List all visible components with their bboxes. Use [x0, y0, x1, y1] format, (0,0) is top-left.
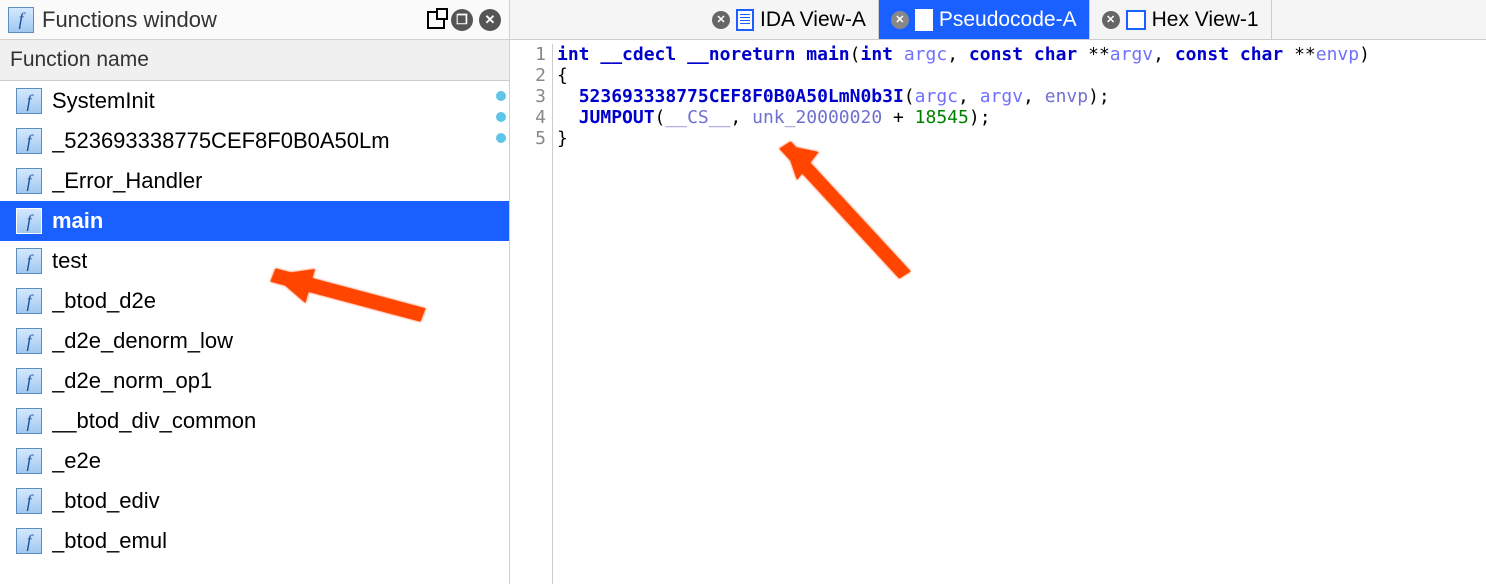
line-number[interactable]: 2 — [510, 65, 546, 86]
function-name: _d2e_norm_op1 — [52, 368, 212, 394]
function-row[interactable]: f __btod_div_common — [0, 401, 509, 441]
function-row[interactable]: f _Error_Handler — [0, 161, 509, 201]
line-number[interactable]: 3 — [510, 86, 546, 107]
panel-title: Functions window — [42, 7, 419, 33]
function-name: main — [52, 208, 103, 234]
doc-icon — [915, 9, 933, 31]
tab-label: IDA View-A — [760, 8, 866, 32]
function-list: fSystemInitf_523693338775CEF8F0B0A50Lmf_… — [0, 81, 509, 584]
tab[interactable]: ✕ IDA View-A — [700, 0, 879, 39]
gutter: 12345 — [510, 44, 552, 584]
function-row[interactable]: f _btod_d2e — [0, 281, 509, 321]
function-icon: f — [16, 328, 42, 354]
line-number[interactable]: 1 — [510, 44, 546, 65]
tab[interactable]: ✕ Hex View-1 — [1090, 0, 1272, 39]
function-row[interactable]: f _523693338775CEF8F0B0A50Lm — [0, 121, 509, 161]
function-row[interactable]: f SystemInit — [0, 81, 509, 121]
tab-bar: ✕ IDA View-A ✕ Pseudocode-A ✕ Hex View-1 — [510, 0, 1486, 40]
close-button[interactable]: ✕ — [479, 9, 501, 31]
code-panel: ✕ IDA View-A ✕ Pseudocode-A ✕ Hex View-1 1234… — [510, 0, 1486, 584]
detach-icon[interactable] — [427, 11, 445, 29]
function-name: _btod_emul — [52, 528, 167, 554]
function-name: _Error_Handler — [52, 168, 202, 194]
close-icon[interactable]: ✕ — [1102, 11, 1120, 29]
code-area[interactable]: 12345 int __cdecl __noreturn main(int ar… — [510, 40, 1486, 584]
function-icon: f — [16, 168, 42, 194]
close-icon[interactable]: ✕ — [891, 11, 909, 29]
function-icon: f — [16, 208, 42, 234]
close-icon[interactable]: ✕ — [712, 11, 730, 29]
function-row[interactable]: fmain — [0, 201, 509, 241]
function-icon: f — [16, 88, 42, 114]
function-icon: f — [16, 368, 42, 394]
function-name: _d2e_denorm_low — [52, 328, 233, 354]
function-icon: f — [16, 288, 42, 314]
breakpoint-dot[interactable] — [496, 112, 506, 122]
function-row[interactable]: ftest — [0, 241, 509, 281]
function-name: __btod_div_common — [52, 408, 256, 434]
function-row[interactable]: f _btod_ediv — [0, 481, 509, 521]
function-icon: f — [16, 488, 42, 514]
function-icon: f — [16, 528, 42, 554]
tab-label: Pseudocode-A — [939, 8, 1077, 32]
function-name: _e2e — [52, 448, 101, 474]
function-icon: f — [16, 408, 42, 434]
function-name: _523693338775CEF8F0B0A50Lm — [52, 128, 390, 154]
function-row[interactable]: f _e2e — [0, 441, 509, 481]
code-lines[interactable]: int __cdecl __noreturn main(int argc, co… — [552, 44, 1486, 584]
function-name: _btod_ediv — [52, 488, 160, 514]
column-header[interactable]: Function name — [0, 40, 509, 81]
tab-label: Hex View-1 — [1152, 8, 1259, 32]
function-name: _btod_d2e — [52, 288, 156, 314]
function-icon: f — [8, 7, 34, 33]
line-number[interactable]: 4 — [510, 107, 546, 128]
function-row[interactable]: f _d2e_denorm_low — [0, 321, 509, 361]
tab[interactable]: ✕ Pseudocode-A — [879, 0, 1090, 39]
function-icon: f — [16, 448, 42, 474]
title-controls: ❐ ✕ — [427, 9, 501, 31]
function-icon: f — [16, 128, 42, 154]
function-name: SystemInit — [52, 88, 155, 114]
function-name: test — [52, 248, 87, 274]
doc-icon — [736, 9, 754, 31]
functions-panel: f Functions window ❐ ✕ Function name f Sy… — [0, 0, 510, 584]
restore-button[interactable]: ❐ — [451, 9, 473, 31]
function-icon: f — [16, 248, 42, 274]
breakpoint-dot[interactable] — [496, 91, 506, 101]
function-row[interactable]: f _d2e_norm_op1 — [0, 361, 509, 401]
breakpoint-dot[interactable] — [496, 133, 506, 143]
line-number[interactable]: 5 — [510, 128, 546, 149]
hex-icon — [1126, 10, 1146, 30]
function-row[interactable]: f _btod_emul — [0, 521, 509, 561]
panel-title-bar: f Functions window ❐ ✕ — [0, 0, 509, 40]
